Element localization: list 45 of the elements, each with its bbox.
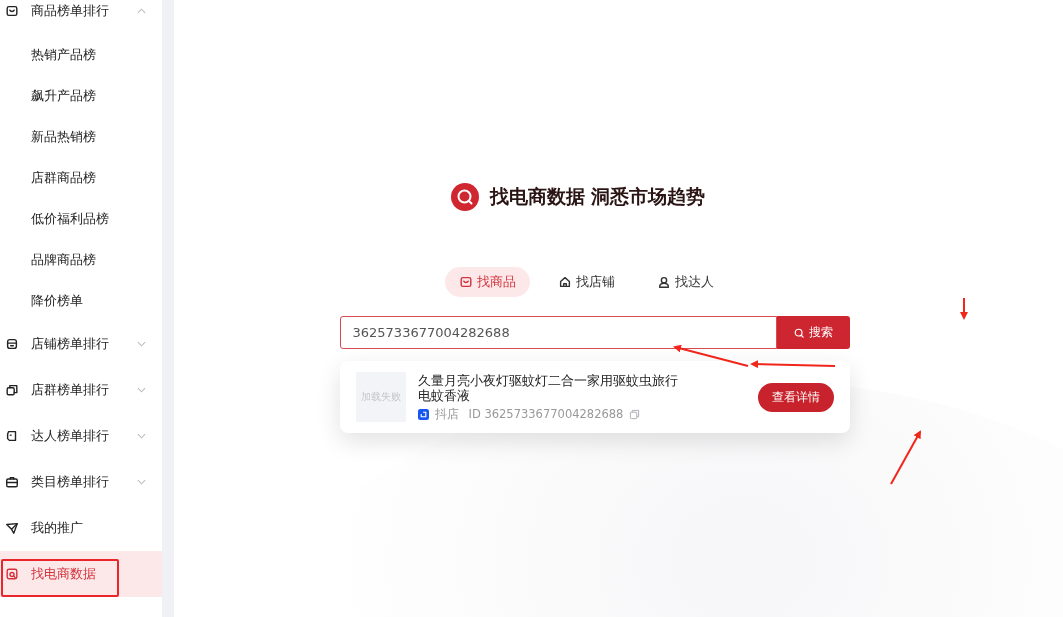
user-icon bbox=[656, 275, 671, 289]
chevron-down-icon[interactable] bbox=[137, 341, 146, 347]
briefcase-icon bbox=[5, 475, 19, 489]
sidebar-subitem[interactable]: 热销产品榜 bbox=[0, 34, 162, 75]
product-id: ID 3625733677004282688 bbox=[468, 407, 624, 421]
stores-icon bbox=[5, 383, 19, 397]
sidebar-subitem[interactable]: 低价福利品榜 bbox=[0, 198, 162, 239]
sidebar-item[interactable]: 达人榜单排行 bbox=[0, 413, 162, 459]
sidebar-item[interactable]: 店铺榜单排行 bbox=[0, 321, 162, 367]
sidebar-subitem[interactable]: 新品热销榜 bbox=[0, 116, 162, 157]
tab[interactable]: 找商品 bbox=[444, 267, 530, 297]
paper-plane-icon bbox=[5, 521, 19, 535]
annotation-arrow bbox=[890, 430, 921, 485]
home-icon bbox=[557, 275, 572, 289]
sidebar-subitem[interactable]: 店群商品榜 bbox=[0, 157, 162, 198]
sidebar-subitem[interactable]: 品牌商品榜 bbox=[0, 239, 162, 280]
shop-logo-icon bbox=[417, 408, 429, 420]
chevron-down-icon[interactable] bbox=[137, 387, 146, 393]
sidebar-subitem[interactable]: 降价榜单 bbox=[0, 280, 162, 321]
chevron-down-icon[interactable] bbox=[137, 433, 146, 439]
sidebar-item[interactable]: 店群榜单排行 bbox=[0, 367, 162, 413]
page-title: 找电商数据 洞悉市场趋势 bbox=[489, 184, 706, 209]
sidebar-subitem[interactable]: 飙升产品榜 bbox=[0, 75, 162, 116]
sidebar-item[interactable]: 商品榜单排行 bbox=[0, 0, 162, 34]
platform-label: 抖店 bbox=[434, 406, 459, 422]
store-icon bbox=[5, 337, 19, 351]
search-field[interactable]: 3625733677004282688 bbox=[339, 316, 777, 349]
bag-icon bbox=[5, 4, 19, 18]
tab[interactable]: 找达人 bbox=[642, 267, 728, 297]
bag-icon bbox=[458, 275, 473, 289]
copy-icon[interactable] bbox=[629, 408, 641, 420]
search-logo-icon bbox=[450, 183, 479, 211]
search-icon bbox=[793, 326, 805, 339]
chevron-down-icon[interactable] bbox=[137, 479, 146, 485]
product-title: 久量月亮小夜灯驱蚊灯二合一家用驱蚊虫旅行电蚊香液 bbox=[417, 372, 679, 403]
sidebar-item[interactable]: 找电商数据 bbox=[0, 551, 162, 597]
sidebar-item[interactable]: 类目榜单排行 bbox=[0, 459, 162, 505]
search-document-icon bbox=[5, 567, 19, 581]
annotation-arrow bbox=[960, 297, 968, 320]
chevron-up-icon[interactable] bbox=[137, 8, 146, 14]
search-button[interactable]: 搜索 bbox=[776, 316, 850, 349]
sidebar-item[interactable]: 我的推广 bbox=[0, 505, 162, 551]
view-details-button[interactable]: 查看详情 bbox=[757, 382, 834, 412]
tab[interactable]: 找店铺 bbox=[543, 267, 629, 297]
person-icon bbox=[5, 429, 19, 443]
